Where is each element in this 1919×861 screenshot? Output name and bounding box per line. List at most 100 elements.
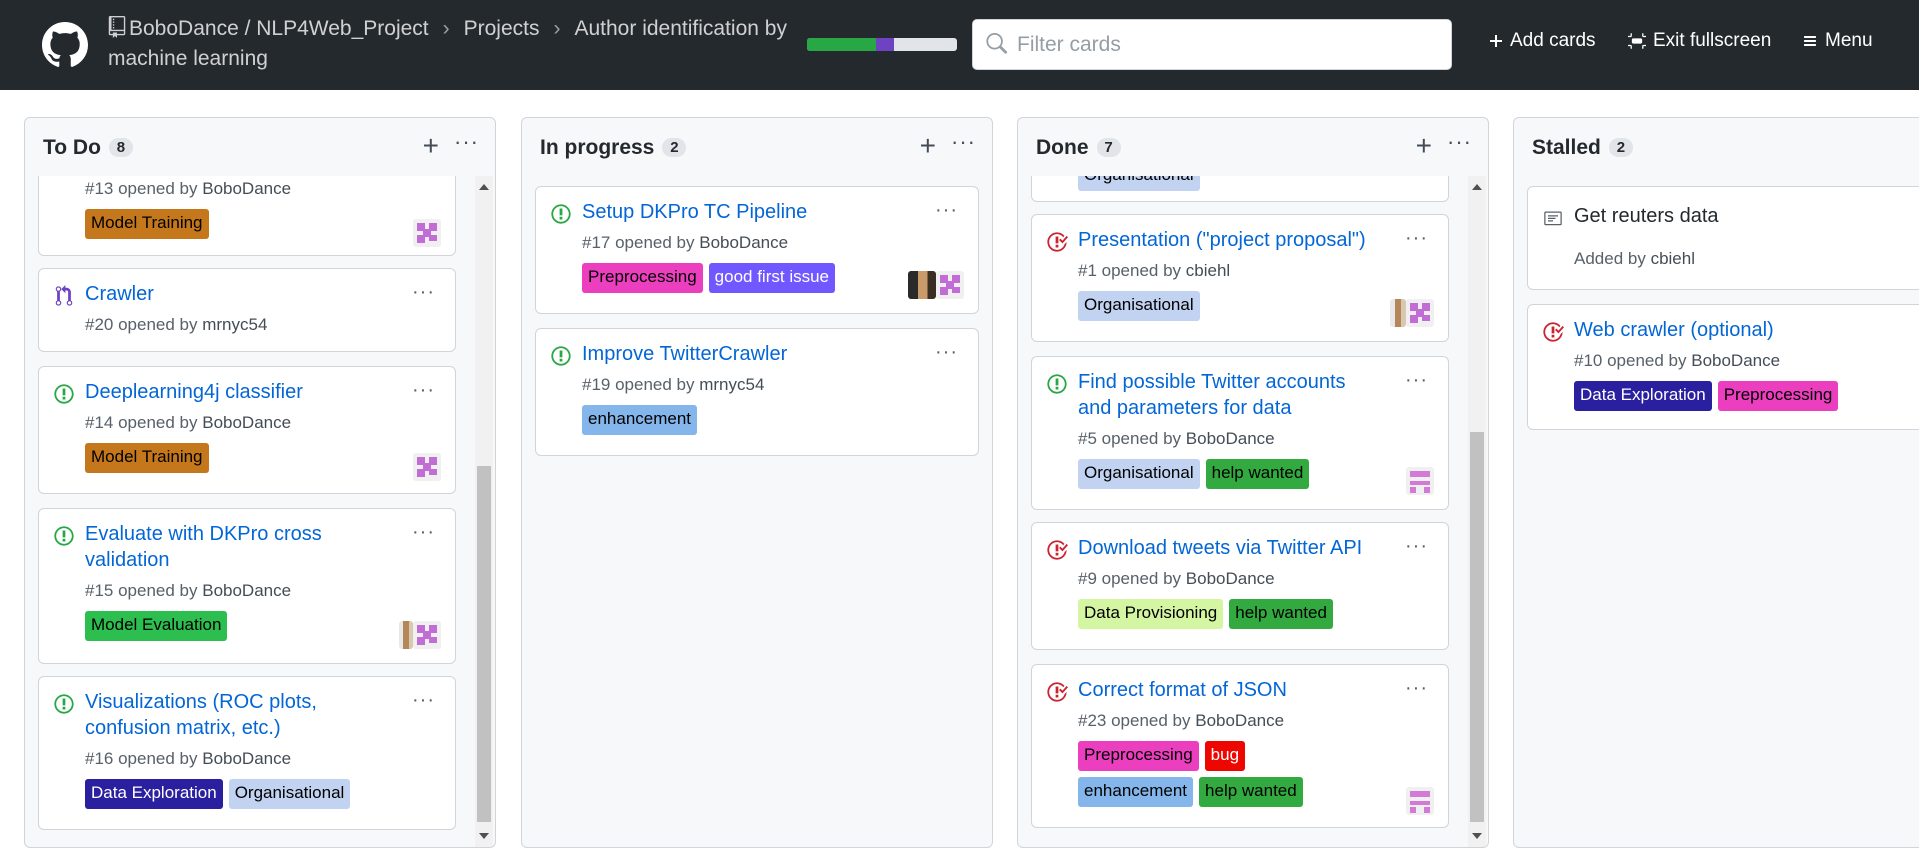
issue-card[interactable]: #13 opened by BoboDance Model Training bbox=[38, 176, 456, 256]
avatar[interactable] bbox=[936, 271, 964, 299]
author-link[interactable]: BoboDance bbox=[202, 581, 291, 600]
author-link[interactable]: BoboDance bbox=[202, 413, 291, 432]
scrollbar-thumb[interactable] bbox=[1470, 432, 1484, 822]
card-menu-button[interactable]: ··· bbox=[412, 281, 435, 304]
author-link[interactable]: BoboDance bbox=[1195, 711, 1284, 730]
card-menu-button[interactable]: ··· bbox=[935, 199, 958, 222]
issue-opened-icon bbox=[54, 526, 74, 546]
label-good-first-issue[interactable]: good first issue bbox=[708, 263, 836, 293]
issue-card[interactable]: Evaluate with DKPro cross validation ··· … bbox=[38, 508, 456, 664]
label-enhancement[interactable]: enhancement bbox=[582, 405, 698, 435]
label-data-exploration[interactable]: Data Exploration bbox=[85, 779, 223, 809]
add-cards-button[interactable]: Add cards bbox=[1488, 30, 1596, 52]
card-menu-button[interactable]: ··· bbox=[1405, 677, 1428, 700]
label-model-evaluation[interactable]: Model Evaluation bbox=[85, 611, 228, 641]
label-model-training[interactable]: Model Training bbox=[85, 209, 209, 239]
label-data-provisioning[interactable]: Data Provisioning bbox=[1078, 599, 1224, 629]
card-title-link[interactable]: Visualizations (ROC plots, confusion matr… bbox=[85, 689, 405, 741]
author-link[interactable]: BoboDance bbox=[1691, 351, 1780, 370]
label-preprocessing[interactable]: Preprocessing bbox=[1717, 381, 1839, 411]
label-help-wanted[interactable]: help wanted bbox=[1205, 459, 1310, 489]
label-organisational[interactable]: Organisational bbox=[1078, 459, 1200, 489]
author-link[interactable]: cbiehl bbox=[1651, 249, 1695, 268]
column-menu-button[interactable]: ··· bbox=[951, 131, 976, 153]
menu-button[interactable]: Menu bbox=[1801, 30, 1873, 52]
card-menu-button[interactable]: ··· bbox=[1405, 369, 1428, 392]
projects-link[interactable]: Projects bbox=[464, 17, 540, 40]
card-menu-button[interactable]: ··· bbox=[412, 689, 435, 712]
label-organisational[interactable]: Organisational bbox=[1078, 291, 1200, 321]
pr-card[interactable]: Crawler ··· #20 opened by mrnyc54 bbox=[38, 268, 456, 352]
card-title-link[interactable]: Crawler bbox=[85, 281, 405, 307]
author-link[interactable]: BoboDance bbox=[202, 179, 291, 198]
card-menu-button[interactable]: ··· bbox=[1405, 227, 1428, 250]
label-model-training[interactable]: Model Training bbox=[85, 443, 209, 473]
scrollbar-thumb[interactable] bbox=[477, 466, 491, 822]
card-title-link[interactable]: Find possible Twitter accounts and parame… bbox=[1078, 369, 1398, 421]
label-preprocessing[interactable]: Preprocessing bbox=[582, 263, 703, 293]
author-link[interactable]: mrnyc54 bbox=[202, 315, 267, 334]
author-link[interactable]: cbiehl bbox=[1186, 261, 1230, 280]
author-link[interactable]: BoboDance bbox=[699, 233, 788, 252]
card-title-link[interactable]: Deeplearning4j classifier bbox=[85, 379, 405, 405]
issue-card[interactable]: Download tweets via Twitter API ··· #9 o… bbox=[1031, 522, 1449, 650]
scroll-up-arrow[interactable] bbox=[479, 184, 489, 190]
card-title-link[interactable]: Evaluate with DKPro cross validation bbox=[85, 521, 405, 573]
card-menu-button[interactable]: ··· bbox=[412, 521, 435, 544]
issue-card[interactable]: Organisational bbox=[1031, 176, 1449, 202]
add-card-button[interactable]: + bbox=[920, 132, 936, 160]
add-card-button[interactable]: + bbox=[423, 132, 439, 160]
issue-card[interactable]: Improve TwitterCrawler ··· #19 opened by… bbox=[535, 328, 979, 456]
label-organisational[interactable]: Organisational bbox=[1078, 176, 1200, 191]
card-title-link[interactable]: Web crawler (optional) bbox=[1574, 317, 1919, 343]
exit-fullscreen-button[interactable]: Exit fullscreen bbox=[1627, 30, 1771, 52]
column-scrollbar[interactable] bbox=[475, 176, 493, 847]
column-menu-button[interactable]: ··· bbox=[1447, 131, 1472, 153]
card-title-link[interactable]: Correct format of JSON bbox=[1078, 677, 1398, 703]
issue-card[interactable]: Presentation ("project proposal") ··· #1… bbox=[1031, 214, 1449, 342]
github-logo-icon[interactable] bbox=[42, 22, 88, 68]
issue-card[interactable]: Correct format of JSON ··· #23 opened by… bbox=[1031, 664, 1449, 828]
filter-cards-input[interactable] bbox=[1017, 29, 1437, 61]
issue-card[interactable]: Deeplearning4j classifier ··· #14 opened… bbox=[38, 366, 456, 494]
author-link[interactable]: BoboDance bbox=[202, 749, 291, 768]
avatar[interactable] bbox=[399, 621, 413, 649]
column-menu-button[interactable]: ··· bbox=[454, 131, 479, 153]
label-enhancement[interactable]: enhancement bbox=[1078, 777, 1194, 807]
avatar[interactable] bbox=[1406, 787, 1434, 815]
add-card-button[interactable]: + bbox=[1416, 132, 1432, 160]
issue-card[interactable]: Web crawler (optional) #10 opened by Bob… bbox=[1527, 304, 1919, 430]
author-link[interactable]: BoboDance bbox=[1186, 429, 1275, 448]
card-title-link[interactable]: Setup DKPro TC Pipeline bbox=[582, 199, 902, 225]
scroll-up-arrow[interactable] bbox=[1472, 184, 1482, 190]
label-bug[interactable]: bug bbox=[1204, 741, 1246, 771]
scroll-down-arrow[interactable] bbox=[479, 833, 489, 839]
note-card[interactable]: Get reuters data Added by cbiehl bbox=[1527, 186, 1919, 290]
label-help-wanted[interactable]: help wanted bbox=[1199, 777, 1303, 807]
card-title-link[interactable]: Download tweets via Twitter API bbox=[1078, 535, 1418, 561]
issue-card[interactable]: Find possible Twitter accounts and parame… bbox=[1031, 356, 1449, 510]
avatar[interactable] bbox=[413, 453, 441, 481]
author-link[interactable]: BoboDance bbox=[1186, 569, 1275, 588]
avatar[interactable] bbox=[413, 621, 441, 649]
card-title-link[interactable]: Presentation ("project proposal") bbox=[1078, 227, 1418, 253]
card-title-link[interactable]: Improve TwitterCrawler bbox=[582, 341, 902, 367]
label-organisational[interactable]: Organisational bbox=[228, 779, 351, 809]
card-menu-button[interactable]: ··· bbox=[1405, 535, 1428, 558]
issue-card[interactable]: Visualizations (ROC plots, confusion matr… bbox=[38, 676, 456, 830]
card-menu-button[interactable]: ··· bbox=[935, 341, 958, 364]
issue-card[interactable]: Setup DKPro TC Pipeline ··· #17 opened b… bbox=[535, 186, 979, 314]
label-help-wanted[interactable]: help wanted bbox=[1229, 599, 1333, 629]
repo-link[interactable]: BoboDance / NLP4Web_Project bbox=[129, 17, 429, 40]
avatar[interactable] bbox=[413, 219, 441, 247]
label-data-exploration[interactable]: Data Exploration bbox=[1574, 381, 1712, 411]
label-preprocessing[interactable]: Preprocessing bbox=[1078, 741, 1199, 771]
card-menu-button[interactable]: ··· bbox=[412, 379, 435, 402]
avatar[interactable] bbox=[1406, 299, 1434, 327]
author-link[interactable]: mrnyc54 bbox=[699, 375, 764, 394]
avatar[interactable] bbox=[1406, 467, 1434, 495]
avatar[interactable] bbox=[908, 271, 936, 299]
scroll-down-arrow[interactable] bbox=[1472, 833, 1482, 839]
column-scrollbar[interactable] bbox=[1468, 176, 1486, 847]
avatar[interactable] bbox=[1390, 299, 1406, 327]
